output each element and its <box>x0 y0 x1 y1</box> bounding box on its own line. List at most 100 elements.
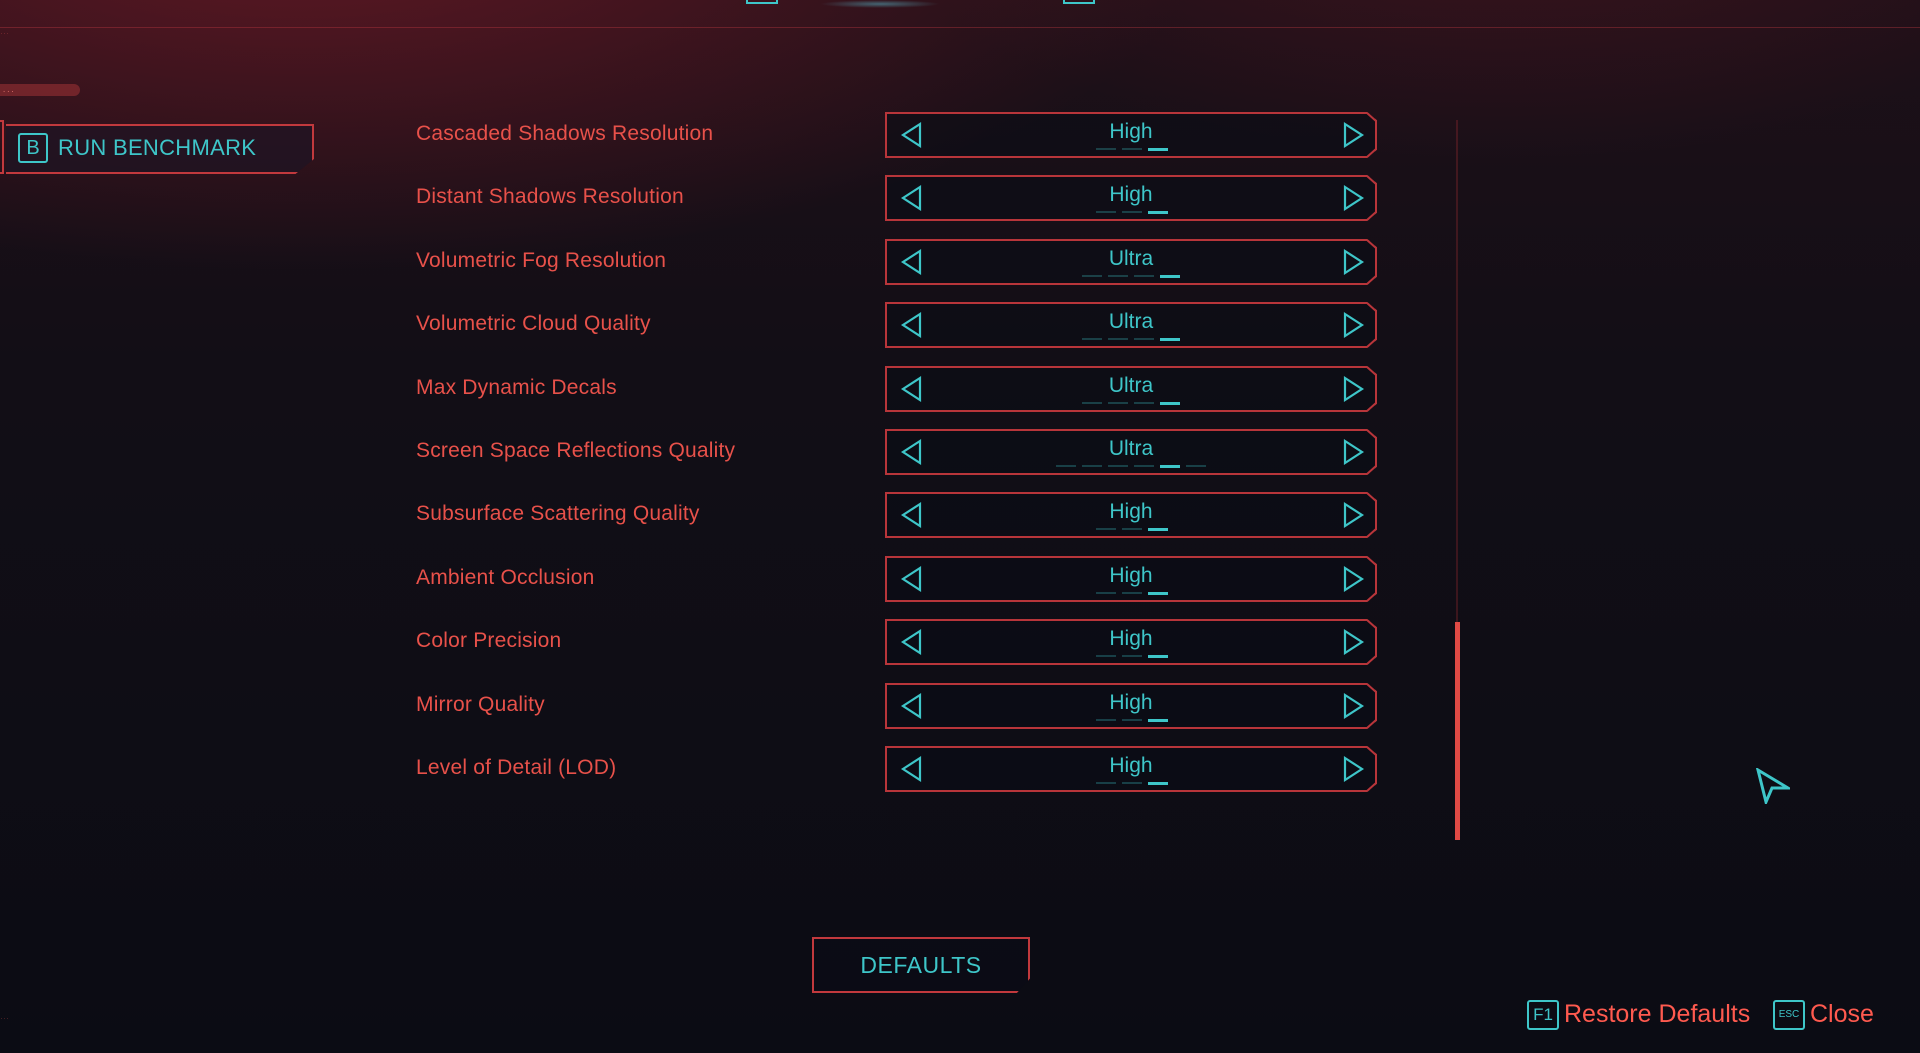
triangle-left-icon[interactable] <box>899 122 925 148</box>
setting-label: Distant Shadows Resolution <box>416 185 684 208</box>
setting-value: High <box>1109 500 1153 523</box>
level-pip-active <box>1148 528 1168 531</box>
level-indicator <box>1096 719 1168 722</box>
triangle-right-icon[interactable] <box>1340 376 1366 402</box>
triangle-right-icon[interactable] <box>1340 629 1366 655</box>
triangle-right-icon[interactable] <box>1340 566 1366 592</box>
level-pip-active <box>1148 592 1168 595</box>
top-tab-left-marker[interactable] <box>746 0 778 4</box>
setting-value: High <box>1109 754 1153 777</box>
triangle-right-icon[interactable] <box>1340 693 1366 719</box>
setting-label: Cascaded Shadows Resolution <box>416 122 714 145</box>
level-indicator <box>1082 402 1180 405</box>
triangle-right-icon[interactable] <box>1340 756 1366 782</box>
level-pip <box>1096 655 1116 657</box>
scrollbar-thumb[interactable] <box>1455 622 1460 840</box>
level-pip-active <box>1148 719 1168 722</box>
level-pip-active <box>1160 402 1180 405</box>
setting-value: Ultra <box>1108 374 1154 397</box>
defaults-button[interactable]: DEFAULTS <box>812 937 1030 993</box>
level-pip <box>1108 402 1128 404</box>
level-pip <box>1134 275 1154 277</box>
level-pip <box>1122 528 1142 530</box>
level-pip <box>1096 592 1116 594</box>
level-pip <box>1122 211 1142 213</box>
setting-label: Max Dynamic Decals <box>416 376 617 399</box>
setting-row: Volumetric Fog Resolution Ultra <box>0 239 1400 285</box>
triangle-left-icon[interactable] <box>899 439 925 465</box>
level-pip <box>1134 465 1154 467</box>
triangle-right-icon[interactable] <box>1340 439 1366 465</box>
triangle-right-icon[interactable] <box>1340 185 1366 211</box>
level-pip-active <box>1148 211 1168 214</box>
top-tab-active-glow <box>820 0 940 8</box>
level-pip <box>1134 402 1154 404</box>
close-label[interactable]: Close <box>1810 998 1874 1030</box>
triangle-right-icon[interactable] <box>1340 249 1366 275</box>
level-pip-active <box>1160 338 1180 341</box>
level-pip-active <box>1160 465 1180 468</box>
triangle-left-icon[interactable] <box>899 312 925 338</box>
level-pip <box>1122 148 1142 150</box>
restore-defaults-key[interactable]: F1 <box>1527 1000 1559 1030</box>
level-pip <box>1096 211 1116 213</box>
triangle-left-icon[interactable] <box>899 502 925 528</box>
triangle-left-icon[interactable] <box>899 693 925 719</box>
small-status-tag: ... <box>0 84 80 96</box>
triangle-right-icon[interactable] <box>1340 502 1366 528</box>
setting-value: Ultra <box>1108 310 1154 333</box>
fine-print-top: ... <box>0 30 10 36</box>
triangle-left-icon[interactable] <box>899 756 925 782</box>
top-tab-right-marker[interactable] <box>1063 0 1095 4</box>
setting-label: Screen Space Reflections Quality <box>416 439 736 462</box>
level-indicator <box>1056 465 1206 468</box>
level-indicator <box>1096 211 1168 214</box>
setting-value: Ultra <box>1108 247 1154 270</box>
level-pip <box>1122 719 1142 721</box>
level-pip <box>1082 402 1102 404</box>
level-pip <box>1122 655 1142 657</box>
setting-label: Color Precision <box>416 629 562 652</box>
triangle-left-icon[interactable] <box>899 566 925 592</box>
close-key[interactable]: ESC <box>1773 1000 1805 1030</box>
triangle-left-icon[interactable] <box>899 249 925 275</box>
level-indicator <box>1096 148 1168 151</box>
triangle-left-icon[interactable] <box>899 629 925 655</box>
level-pip <box>1096 719 1116 721</box>
setting-row: Level of Detail (LOD) High <box>0 746 1400 792</box>
level-indicator <box>1082 275 1180 278</box>
setting-row: Ambient Occlusion High <box>0 556 1400 602</box>
level-indicator <box>1096 655 1168 658</box>
setting-row: Screen Space Reflections Quality Ultra <box>0 429 1400 475</box>
triangle-left-icon[interactable] <box>899 376 925 402</box>
level-indicator <box>1096 528 1168 531</box>
setting-label: Mirror Quality <box>416 693 545 716</box>
level-pip <box>1056 465 1076 467</box>
setting-label: Volumetric Cloud Quality <box>416 312 651 335</box>
setting-row: Color Precision High <box>0 619 1400 665</box>
level-pip-active <box>1148 655 1168 658</box>
triangle-right-icon[interactable] <box>1340 122 1366 148</box>
level-indicator <box>1096 592 1168 595</box>
setting-value: High <box>1109 627 1153 650</box>
level-pip <box>1122 782 1142 784</box>
level-pip <box>1134 338 1154 340</box>
level-indicator <box>1096 782 1168 785</box>
setting-value: Ultra <box>1108 437 1154 460</box>
triangle-left-icon[interactable] <box>899 185 925 211</box>
setting-label: Subsurface Scattering Quality <box>416 502 700 525</box>
level-pip <box>1096 148 1116 150</box>
level-pip <box>1096 528 1116 530</box>
triangle-right-icon[interactable] <box>1340 312 1366 338</box>
setting-row: Subsurface Scattering Quality High <box>0 492 1400 538</box>
level-pip <box>1186 465 1206 467</box>
level-pip <box>1096 782 1116 784</box>
arrow-cursor-icon <box>1756 768 1790 804</box>
level-pip <box>1122 592 1142 594</box>
level-pip <box>1108 465 1128 467</box>
level-pip <box>1082 465 1102 467</box>
setting-label: Volumetric Fog Resolution <box>416 249 667 272</box>
restore-defaults-label[interactable]: Restore Defaults <box>1564 998 1750 1030</box>
level-pip <box>1108 338 1128 340</box>
level-pip <box>1082 275 1102 277</box>
